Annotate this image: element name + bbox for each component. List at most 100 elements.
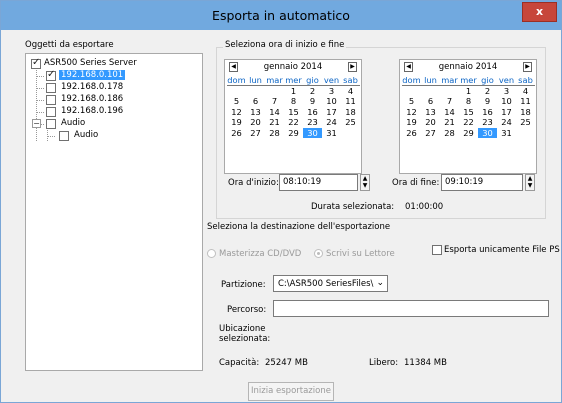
calendar-day[interactable]: 26 xyxy=(402,128,421,139)
prev-month-icon[interactable]: ◀ xyxy=(229,62,238,72)
calendar-day[interactable]: 22 xyxy=(284,117,303,128)
calendar-day[interactable]: 18 xyxy=(516,107,535,118)
calendar-day[interactable]: 13 xyxy=(246,107,265,118)
calendar-day[interactable]: 2 xyxy=(303,86,322,97)
calendar-day[interactable]: 20 xyxy=(246,117,265,128)
calendar-day[interactable]: 5 xyxy=(227,96,246,107)
tree-checkbox[interactable] xyxy=(46,83,56,93)
calendar-day[interactable]: 17 xyxy=(322,107,341,118)
end-time-input[interactable]: 09:10:19 xyxy=(441,174,523,191)
partition-select[interactable]: C:\ASR500 SeriesFiles\ ⌄ xyxy=(273,275,388,292)
calendar-day[interactable]: 24 xyxy=(322,117,341,128)
calendar-day[interactable]: 26 xyxy=(227,128,246,139)
tree-node-audio-group[interactable]: − Audio xyxy=(26,118,196,130)
objects-tree[interactable]: ASR500 Series Server 192.168.0.101 192.1… xyxy=(25,53,203,371)
tree-node-camera[interactable]: 192.168.0.196 xyxy=(26,106,196,118)
calendar-day[interactable]: 13 xyxy=(421,107,440,118)
prev-month-icon[interactable]: ◀ xyxy=(404,62,413,72)
tree-checkbox[interactable] xyxy=(46,119,56,129)
calendar-day[interactable]: 17 xyxy=(497,107,516,118)
calendar-day[interactable]: 5 xyxy=(402,96,421,107)
end-time-label: Ora di fine: xyxy=(392,178,440,188)
export-window: Esporta in automatico x Oggetti da espor… xyxy=(0,0,562,403)
calendar-day[interactable]: 1 xyxy=(284,86,303,97)
calendar-day[interactable]: 9 xyxy=(303,96,322,107)
end-time-spinner[interactable]: ▲ ▼ xyxy=(525,174,535,191)
calendar-day[interactable]: 9 xyxy=(478,96,497,107)
calendar-day[interactable]: 11 xyxy=(341,96,360,107)
calendar-day[interactable]: 14 xyxy=(265,107,284,118)
tree-node-camera[interactable]: 192.168.0.101 xyxy=(26,69,196,82)
tree-checkbox[interactable] xyxy=(59,131,69,141)
calendar-day[interactable]: 28 xyxy=(265,128,284,139)
burn-radio[interactable] xyxy=(207,249,216,258)
calendar-day[interactable]: 14 xyxy=(440,107,459,118)
write-radio[interactable] xyxy=(314,249,323,258)
calendar-day[interactable]: 16 xyxy=(478,107,497,118)
tree-checkbox[interactable] xyxy=(46,107,56,117)
calendar-day[interactable]: 7 xyxy=(440,96,459,107)
calendar-day[interactable]: 6 xyxy=(421,96,440,107)
calendar-day[interactable]: 21 xyxy=(440,117,459,128)
calendar-day[interactable]: 16 xyxy=(303,107,322,118)
end-calendar[interactable]: gennaio 2014 ◀ ▶ dom lun mar mer gio ven sab 1 2… xyxy=(399,59,537,174)
calendar-day[interactable]: 8 xyxy=(284,96,303,107)
calendar-day[interactable]: 29 xyxy=(284,128,303,139)
collapse-icon[interactable]: − xyxy=(32,119,41,128)
calendar-day[interactable]: 29 xyxy=(459,128,478,139)
calendar-day[interactable]: 15 xyxy=(284,107,303,118)
chevron-down-icon: ⌄ xyxy=(376,278,384,288)
calendar-day[interactable]: 8 xyxy=(459,96,478,107)
close-button[interactable]: x xyxy=(522,2,557,22)
calendar-day[interactable]: 31 xyxy=(497,128,516,139)
tree-node-camera[interactable]: 192.168.0.178 xyxy=(26,82,196,94)
calendar-day[interactable]: 15 xyxy=(459,107,478,118)
start-calendar[interactable]: gennaio 2014 ◀ ▶ dom lun mar mer gio ven sab 1 2… xyxy=(224,59,362,174)
weekday-label: dom xyxy=(402,75,421,86)
calendar-day[interactable]: 11 xyxy=(516,96,535,107)
calendar-day[interactable]: 30 xyxy=(303,127,322,138)
calendar-day[interactable]: 20 xyxy=(421,117,440,128)
calendar-day[interactable]: 3 xyxy=(497,86,516,97)
calendar-day[interactable]: 24 xyxy=(497,117,516,128)
calendar-day[interactable]: 27 xyxy=(421,128,440,139)
calendar-day[interactable]: 4 xyxy=(516,86,535,97)
calendar-day[interactable]: 31 xyxy=(322,128,341,139)
calendar-day[interactable]: 21 xyxy=(265,117,284,128)
calendar-day[interactable]: 25 xyxy=(341,117,360,128)
calendar-day[interactable]: 19 xyxy=(227,117,246,128)
next-month-icon[interactable]: ▶ xyxy=(523,62,532,72)
start-export-button[interactable]: Inizia esportazione xyxy=(248,382,334,401)
calendar-day[interactable]: 19 xyxy=(402,117,421,128)
weekday-label: gio xyxy=(478,75,497,86)
calendar-weekday-row: dom lun mar mer gio ven sab xyxy=(227,75,361,86)
calendar-day[interactable]: 10 xyxy=(322,96,341,107)
calendar-day[interactable]: 23 xyxy=(303,117,322,128)
calendar-day[interactable]: 30 xyxy=(478,127,497,138)
path-input[interactable] xyxy=(273,300,549,317)
calendar-day[interactable]: 25 xyxy=(516,117,535,128)
calendar-day[interactable]: 22 xyxy=(459,117,478,128)
tree-checkbox[interactable] xyxy=(46,95,56,105)
calendar-day[interactable]: 18 xyxy=(341,107,360,118)
calendar-day[interactable]: 12 xyxy=(402,107,421,118)
calendar-day[interactable]: 3 xyxy=(322,86,341,97)
start-time-input[interactable]: 08:10:19 xyxy=(279,174,358,191)
calendar-day[interactable]: 28 xyxy=(440,128,459,139)
calendar-day[interactable]: 23 xyxy=(478,117,497,128)
calendar-day[interactable]: 1 xyxy=(459,86,478,97)
calendar-day[interactable]: 2 xyxy=(478,86,497,97)
calendar-day[interactable]: 7 xyxy=(265,96,284,107)
tree-checkbox[interactable] xyxy=(46,69,56,81)
calendar-day[interactable]: 10 xyxy=(497,96,516,107)
tree-node-audio[interactable]: Audio xyxy=(26,130,196,142)
start-time-spinner[interactable]: ▲ ▼ xyxy=(360,174,370,191)
ps-only-checkbox[interactable] xyxy=(432,245,442,255)
calendar-day[interactable]: 12 xyxy=(227,107,246,118)
calendar-day[interactable]: 6 xyxy=(246,96,265,107)
next-month-icon[interactable]: ▶ xyxy=(348,62,357,72)
tree-node-camera[interactable]: 192.168.0.186 xyxy=(26,94,196,106)
calendar-day[interactable]: 4 xyxy=(341,86,360,97)
calendar-day[interactable]: 27 xyxy=(246,128,265,139)
tree-checkbox[interactable] xyxy=(31,57,41,69)
